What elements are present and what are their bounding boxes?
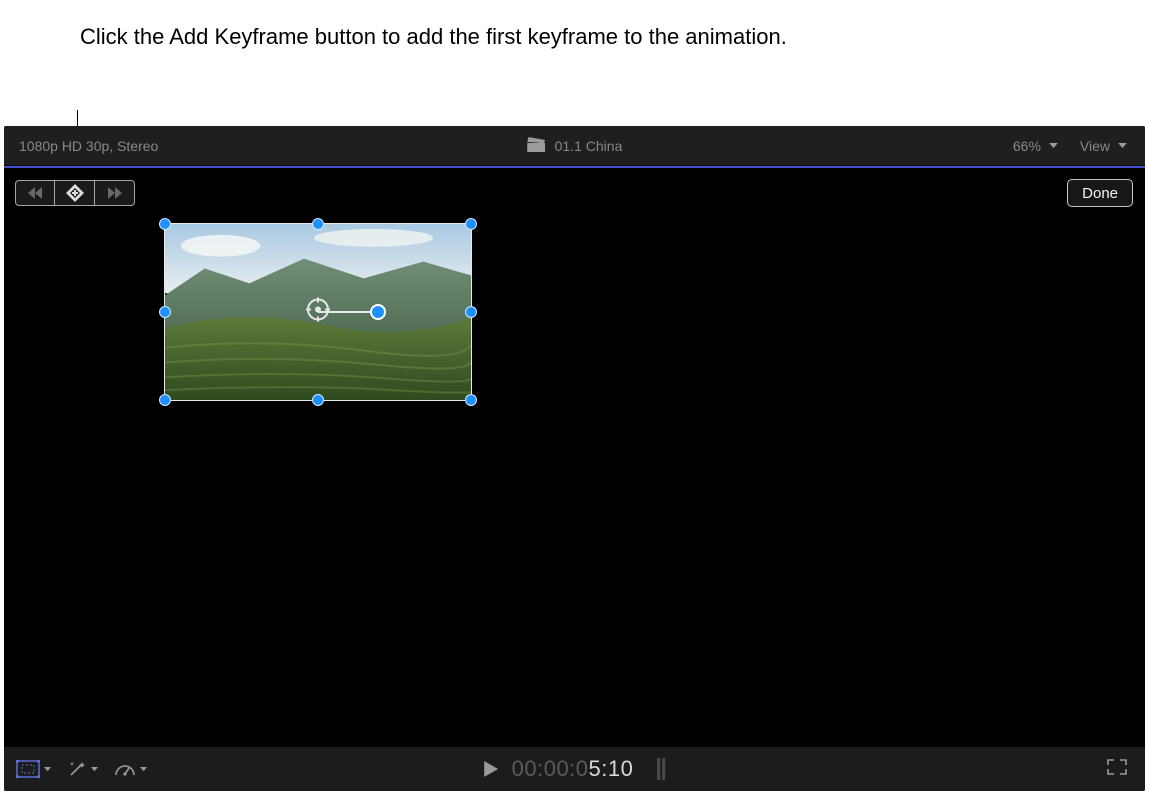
- chevron-down-icon: [140, 767, 147, 772]
- anchor-point-icon[interactable]: [306, 298, 330, 327]
- loop-range-indicator: [657, 758, 665, 780]
- resize-handle-top-right[interactable]: [465, 218, 477, 230]
- view-dropdown[interactable]: View: [1080, 138, 1127, 154]
- viewer-bottom-bar: 00:00:05:10: [4, 747, 1145, 791]
- viewer-canvas[interactable]: Done: [4, 168, 1145, 747]
- next-keyframe-button[interactable]: [95, 180, 135, 206]
- retime-tool-menu[interactable]: [114, 761, 147, 777]
- magic-wand-icon: [67, 759, 87, 779]
- resize-handle-top-middle[interactable]: [312, 218, 324, 230]
- video-format-label: 1080p HD 30p, Stereo: [19, 138, 158, 154]
- zoom-dropdown[interactable]: 66%: [1013, 138, 1058, 154]
- fullscreen-button[interactable]: [1107, 759, 1127, 775]
- done-button[interactable]: Done: [1067, 179, 1133, 207]
- resize-handle-top-left[interactable]: [159, 218, 171, 230]
- play-button[interactable]: [484, 761, 498, 777]
- chevron-down-icon: [1049, 143, 1058, 149]
- view-label: View: [1080, 138, 1110, 154]
- timecode-dim: 00:00:0: [512, 756, 589, 781]
- transform-icon: [16, 760, 40, 778]
- resize-handle-middle-left[interactable]: [159, 306, 171, 318]
- zoom-value: 66%: [1013, 138, 1041, 154]
- resize-handle-middle-right[interactable]: [465, 306, 477, 318]
- resize-handle-bottom-middle[interactable]: [312, 394, 324, 406]
- timecode-bright: 5:10: [589, 756, 634, 781]
- enhance-tool-menu[interactable]: [67, 759, 98, 779]
- transform-tool-menu[interactable]: [16, 760, 51, 778]
- clapperboard-icon: [527, 137, 545, 155]
- done-label: Done: [1082, 185, 1118, 202]
- previous-keyframe-button[interactable]: [15, 180, 55, 206]
- callout-instruction: Click the Add Keyframe button to add the…: [80, 22, 787, 52]
- resize-handle-bottom-right[interactable]: [465, 394, 477, 406]
- timecode-display[interactable]: 00:00:05:10: [512, 756, 634, 782]
- viewer-panel: 1080p HD 30p, Stereo 01.1 China 66% View: [4, 126, 1145, 791]
- chevron-down-icon: [91, 767, 98, 772]
- keyframe-toolbar: [15, 180, 135, 206]
- viewer-top-bar: 1080p HD 30p, Stereo 01.1 China 66% View: [4, 126, 1145, 166]
- speedometer-icon: [114, 761, 136, 777]
- resize-handle-bottom-left[interactable]: [159, 394, 171, 406]
- clip-name-label: 01.1 China: [555, 138, 623, 154]
- add-keyframe-button[interactable]: [55, 180, 95, 206]
- motion-path-handle[interactable]: [370, 304, 386, 320]
- transform-bounding-box[interactable]: [164, 223, 472, 401]
- chevron-down-icon: [1118, 143, 1127, 149]
- chevron-down-icon: [44, 767, 51, 772]
